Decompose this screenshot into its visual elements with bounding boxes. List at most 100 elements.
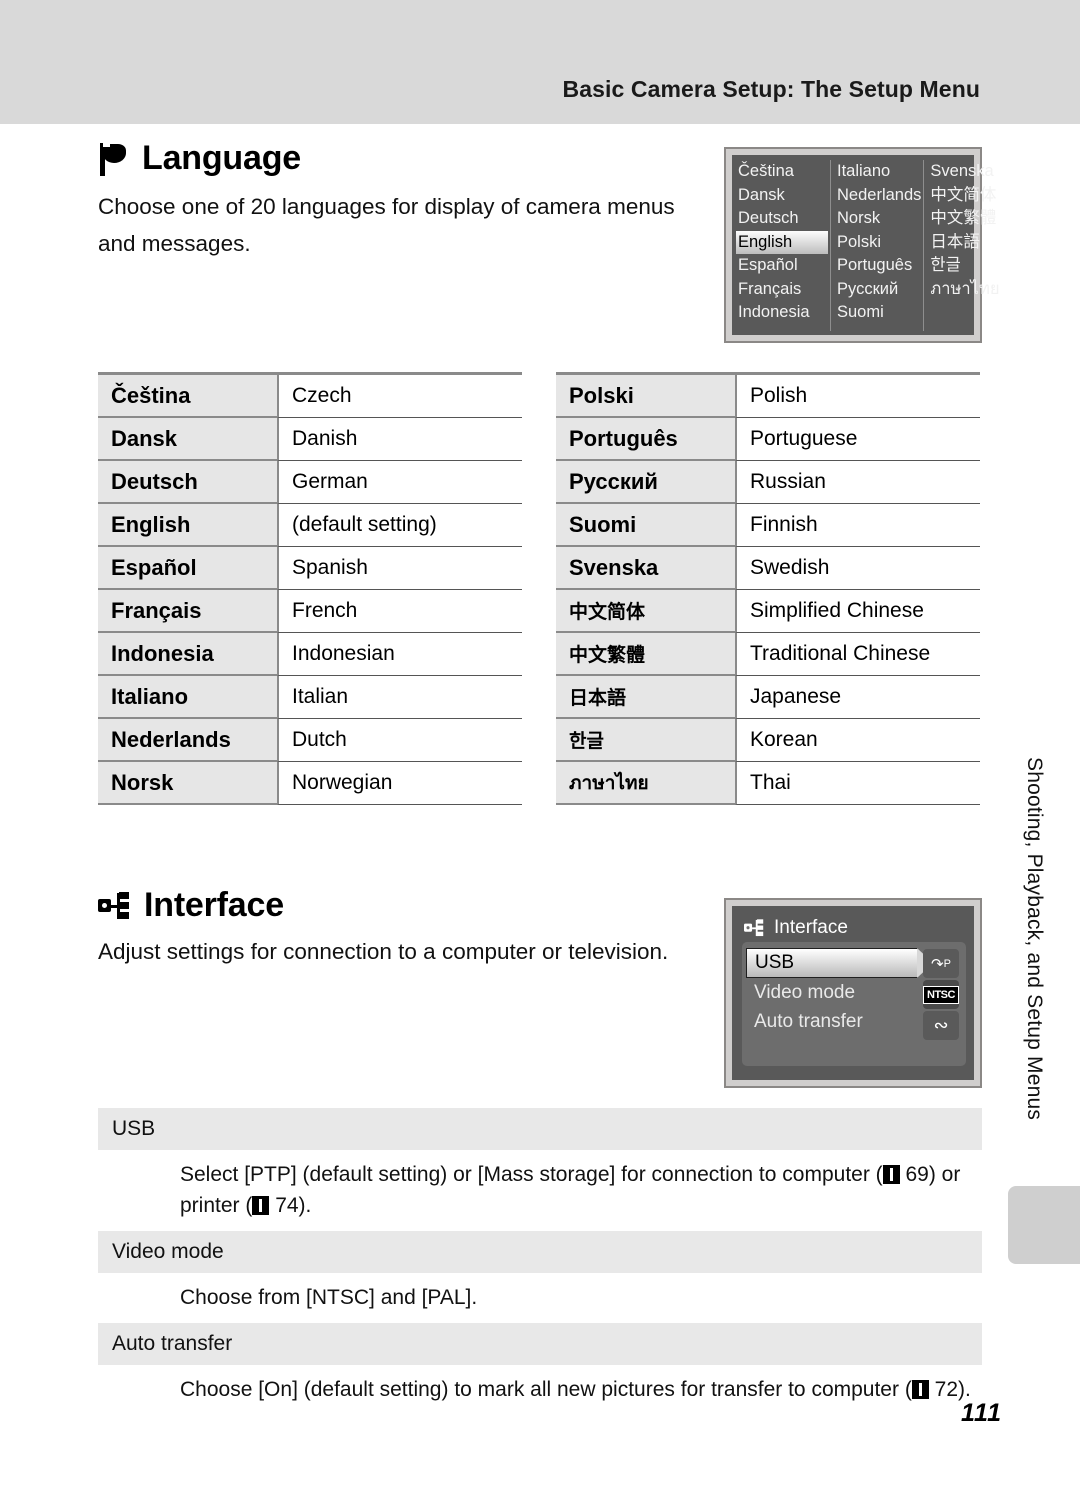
table-row: Italiano Italian xyxy=(98,676,522,719)
language-english-name: Norwegian xyxy=(277,762,522,805)
language-english-name: Italian xyxy=(277,676,522,719)
language-english-name: Spanish xyxy=(277,547,522,590)
table-row: Português Portuguese xyxy=(556,418,980,461)
language-native-name: Svenska xyxy=(556,547,735,590)
table-row: Indonesia Indonesian xyxy=(98,633,522,676)
description-body: Choose [On] (default setting) to mark al… xyxy=(180,1378,971,1401)
camera-language-item[interactable]: Svenska xyxy=(930,160,999,184)
camera-language-item[interactable]: Italiano xyxy=(837,160,921,184)
camera-interface-panel: USB Video mode Auto transfer ↷ P NTSC ∾ xyxy=(742,942,966,1066)
description-body: Choose from [NTSC] and [PAL]. xyxy=(180,1286,478,1309)
language-native-name: Suomi xyxy=(556,504,735,547)
camera-language-column: Svenska 中文简体 中文繁體 日本語 한글 ภาษาไทย xyxy=(923,160,1001,331)
camera-language-item[interactable]: Русский xyxy=(837,278,921,302)
description-body: Select [PTP] (default setting) or [Mass … xyxy=(180,1163,961,1217)
language-english-name: Swedish xyxy=(735,547,980,590)
camera-language-item[interactable]: Deutsch xyxy=(738,207,828,231)
table-row: 日本語 Japanese xyxy=(556,676,980,719)
language-english-name: Czech xyxy=(277,375,522,418)
language-table-right: Polski Polish Português Portuguese Русский Ru… xyxy=(556,372,980,805)
table-row: Suomi Finnish xyxy=(556,504,980,547)
camera-interface-item[interactable]: Video mode xyxy=(746,978,918,1007)
camera-language-item[interactable]: Português xyxy=(837,254,921,278)
camera-interface-item[interactable]: Auto transfer xyxy=(746,1007,918,1036)
table-row: Nederlands Dutch xyxy=(98,719,522,762)
page-reference-book-icon xyxy=(882,1165,900,1184)
camera-language-item[interactable]: ภาษาไทย xyxy=(930,278,999,302)
auto-transfer-icon: ∾ xyxy=(923,1011,959,1040)
camera-language-item[interactable]: Español xyxy=(738,254,828,278)
description-heading: Video mode xyxy=(98,1231,982,1273)
camera-screen-interface-inner: Interface USB Video mode Auto transfer ↷ P … xyxy=(732,906,974,1080)
language-english-name: Danish xyxy=(277,418,522,461)
language-native-name: 한글 xyxy=(556,719,735,762)
camera-language-item[interactable]: 中文繁體 xyxy=(930,207,999,231)
language-native-name: Русский xyxy=(556,461,735,504)
camera-language-item[interactable]: Français xyxy=(738,278,828,302)
camera-interface-icon-column: ↷ P NTSC ∾ xyxy=(923,949,959,1042)
language-english-name: Korean xyxy=(735,719,980,762)
language-native-name: Deutsch xyxy=(98,461,277,504)
ntsc-icon-label: NTSC xyxy=(923,985,959,1004)
interface-icon-small xyxy=(744,919,764,938)
interface-section-heading: Interface xyxy=(98,886,284,925)
camera-language-item-selected[interactable]: English xyxy=(736,230,828,254)
camera-language-item[interactable]: Čeština xyxy=(738,160,828,184)
language-english-name: (default setting) xyxy=(277,504,522,547)
camera-interface-item-label: Video mode xyxy=(754,982,856,1003)
camera-language-item[interactable]: 한글 xyxy=(930,254,999,278)
language-english-name: Simplified Chinese xyxy=(735,590,980,633)
language-native-name: Norsk xyxy=(98,762,277,805)
language-native-name: Español xyxy=(98,547,277,590)
language-description: Choose one of 20 languages for display o… xyxy=(98,194,675,256)
table-row: Español Spanish xyxy=(98,547,522,590)
camera-interface-title-label: Interface xyxy=(774,917,848,938)
side-tab-block xyxy=(1008,1186,1080,1264)
language-section-heading: Language xyxy=(98,139,301,178)
language-native-name: Dansk xyxy=(98,418,277,461)
camera-language-item[interactable]: Suomi xyxy=(837,301,921,325)
table-row: Čeština Czech xyxy=(98,375,522,418)
table-row: Svenska Swedish xyxy=(556,547,980,590)
camera-language-item[interactable]: 中文简体 xyxy=(930,184,999,208)
table-row: Deutsch German xyxy=(98,461,522,504)
table-row: 中文简体 Simplified Chinese xyxy=(556,590,980,633)
camera-screen-interface: Interface USB Video mode Auto transfer ↷ P … xyxy=(724,898,982,1088)
description-heading: Auto transfer xyxy=(98,1323,982,1365)
camera-interface-menu: USB Video mode Auto transfer xyxy=(746,947,933,1036)
table-row: Dansk Danish xyxy=(98,418,522,461)
language-native-name: 中文简体 xyxy=(556,590,735,633)
camera-interface-item-selected[interactable]: USB xyxy=(746,947,933,978)
camera-language-item[interactable]: Polski xyxy=(837,231,921,255)
camera-language-item[interactable]: Nederlands xyxy=(837,184,921,208)
language-native-name: Français xyxy=(98,590,277,633)
description-heading: USB xyxy=(98,1108,982,1150)
camera-language-item[interactable]: 日本語 xyxy=(930,231,999,255)
table-row: English (default setting) xyxy=(98,504,522,547)
camera-language-column: Čeština Dansk Deutsch English Español Françai… xyxy=(736,160,830,331)
camera-language-item[interactable]: Norsk xyxy=(837,207,921,231)
language-english-name: Russian xyxy=(735,461,980,504)
table-row: ภาษาไทย Thai xyxy=(556,762,980,805)
camera-language-item[interactable]: Indonesia xyxy=(738,301,828,325)
camera-language-item[interactable]: Dansk xyxy=(738,184,828,208)
table-row: Français French xyxy=(98,590,522,633)
camera-screen-language: Čeština Dansk Deutsch English Español Françai… xyxy=(724,147,1000,343)
interface-option-descriptions: USB Select [PTP] (default setting) or [Ma… xyxy=(98,1108,982,1415)
language-native-name: ภาษาไทย xyxy=(556,762,735,805)
table-row: Norsk Norwegian xyxy=(98,762,522,805)
language-english-name: French xyxy=(277,590,522,633)
table-row: Polski Polish xyxy=(556,375,980,418)
language-english-name: Japanese xyxy=(735,676,980,719)
language-native-name: 日本語 xyxy=(556,676,735,719)
language-english-name: Dutch xyxy=(277,719,522,762)
camera-language-column: Italiano Nederlands Norsk Polski Português Ру… xyxy=(830,160,923,331)
language-english-name: Finnish xyxy=(735,504,980,547)
language-native-name: Čeština xyxy=(98,375,277,418)
interface-icon xyxy=(98,891,130,921)
language-english-name: Thai xyxy=(735,762,980,805)
language-native-name: Indonesia xyxy=(98,633,277,676)
camera-screen-language-inner: Čeština Dansk Deutsch English Español Françai… xyxy=(732,155,1000,335)
interface-description: Adjust settings for connection to a comp… xyxy=(98,939,669,964)
language-native-name: Polski xyxy=(556,375,735,418)
